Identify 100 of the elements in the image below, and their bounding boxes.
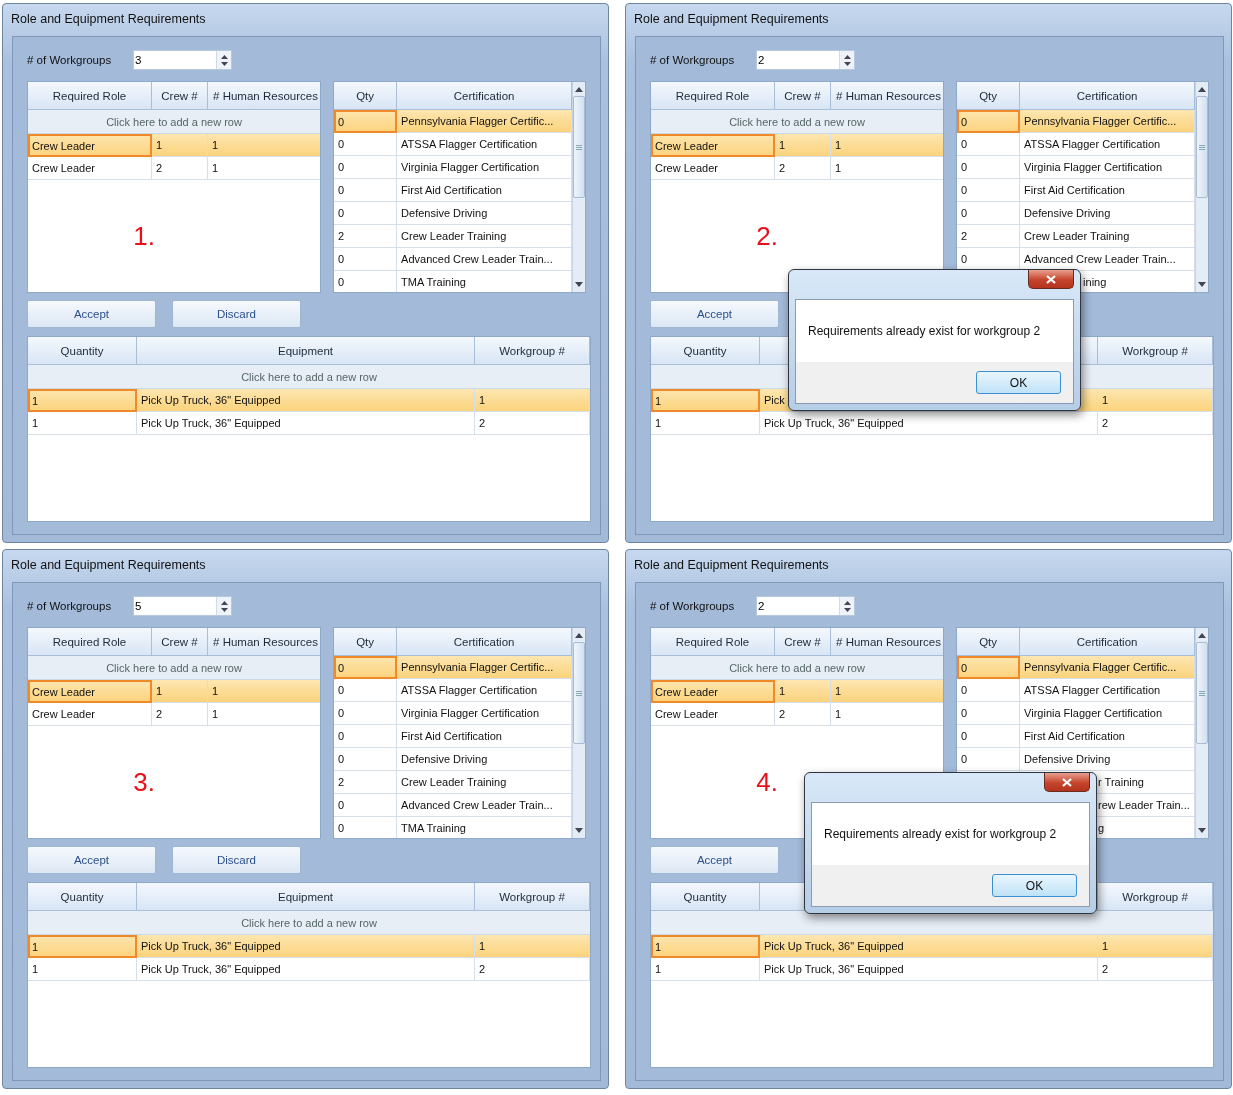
table-row[interactable]: 0 Defensive Driving bbox=[957, 202, 1196, 225]
spin-field[interactable]: 2 bbox=[756, 596, 855, 616]
column-header[interactable]: Crew # bbox=[775, 82, 831, 110]
table-row[interactable]: 0 Advanced Crew Leader Train... bbox=[334, 248, 573, 271]
table-row[interactable]: Crew Leader 2 1 bbox=[28, 703, 321, 726]
up-arrow-icon[interactable] bbox=[843, 600, 851, 605]
table-row[interactable]: 1 Pick Up Truck, 36" Equipped 1 bbox=[28, 935, 590, 958]
scroll-thumb[interactable] bbox=[573, 96, 585, 198]
table-row[interactable]: Crew Leader 1 1 bbox=[28, 134, 321, 157]
column-header[interactable]: Qty bbox=[334, 628, 398, 656]
add-row-hint[interactable]: Click here to add a new row bbox=[28, 911, 590, 935]
table-row[interactable]: Crew Leader 1 1 bbox=[28, 680, 321, 703]
column-header[interactable]: Required Role bbox=[651, 628, 775, 656]
scrollbar[interactable] bbox=[572, 82, 585, 292]
table-row[interactable]: 0 Virginia Flagger Certification bbox=[957, 156, 1196, 179]
table-row[interactable]: 0 Defensive Driving bbox=[334, 202, 573, 225]
add-row-hint[interactable]: Click here to add a new row bbox=[28, 365, 590, 389]
scroll-down-icon[interactable] bbox=[1198, 282, 1207, 287]
add-row-hint[interactable]: Click here to add a new row bbox=[28, 110, 321, 134]
table-row[interactable]: 0 Virginia Flagger Certification bbox=[957, 702, 1196, 725]
close-button[interactable] bbox=[1044, 773, 1090, 792]
add-row-hint[interactable]: Click here to add a new row bbox=[28, 656, 321, 680]
table-row[interactable]: Crew Leader 2 1 bbox=[651, 703, 944, 726]
column-header[interactable]: Qty bbox=[957, 82, 1021, 110]
column-header[interactable]: # Human Resources bbox=[831, 82, 944, 110]
action-button[interactable]: Discard bbox=[172, 300, 301, 328]
table-row[interactable]: Crew Leader 2 1 bbox=[28, 157, 321, 180]
table-row[interactable]: 0 Pennsylvania Flagger Certific... bbox=[957, 656, 1196, 679]
action-button[interactable]: Accept bbox=[650, 846, 779, 874]
table-row[interactable]: 1 Pick Up Truck, 36" Equipped 2 bbox=[28, 958, 590, 981]
scroll-down-icon[interactable] bbox=[575, 282, 584, 287]
column-header[interactable]: Quantity bbox=[28, 337, 137, 365]
table-row[interactable]: 1 Pick Up Truck, 36" Equipped 2 bbox=[28, 412, 590, 435]
scroll-up-icon[interactable] bbox=[1198, 87, 1207, 92]
table-row[interactable]: 0 First Aid Certification bbox=[334, 725, 573, 748]
column-header[interactable]: Qty bbox=[334, 82, 398, 110]
column-header[interactable]: Certification bbox=[397, 628, 573, 656]
up-arrow-icon[interactable] bbox=[220, 600, 228, 605]
column-header[interactable]: Workgroup # bbox=[1098, 337, 1213, 365]
spin-field[interactable]: 3 bbox=[133, 50, 232, 70]
column-header[interactable]: Workgroup # bbox=[1098, 883, 1213, 911]
down-arrow-icon[interactable] bbox=[843, 607, 851, 612]
table-row[interactable]: Crew Leader 1 1 bbox=[651, 680, 944, 703]
scroll-down-icon[interactable] bbox=[1198, 828, 1207, 833]
scroll-thumb[interactable] bbox=[1196, 96, 1208, 198]
scrollbar[interactable] bbox=[1195, 82, 1208, 292]
column-header[interactable]: Crew # bbox=[152, 628, 208, 656]
column-header[interactable]: Certification bbox=[397, 82, 573, 110]
column-header[interactable]: # Human Resources bbox=[208, 628, 321, 656]
table-row[interactable]: 0 Defensive Driving bbox=[957, 748, 1196, 771]
table-row[interactable]: 2 Crew Leader Training bbox=[334, 225, 573, 248]
down-arrow-icon[interactable] bbox=[220, 607, 228, 612]
table-row[interactable]: 0 Advanced Crew Leader Train... bbox=[334, 794, 573, 817]
scroll-thumb[interactable] bbox=[1196, 642, 1208, 744]
column-header[interactable]: Crew # bbox=[152, 82, 208, 110]
table-row[interactable]: 0 First Aid Certification bbox=[334, 179, 573, 202]
spin-field[interactable]: 2 bbox=[756, 50, 855, 70]
action-button[interactable]: Accept bbox=[27, 846, 156, 874]
column-header[interactable]: Equipment bbox=[137, 883, 475, 911]
scroll-up-icon[interactable] bbox=[575, 633, 584, 638]
column-header[interactable]: Required Role bbox=[651, 82, 775, 110]
action-button[interactable]: Accept bbox=[650, 300, 779, 328]
down-arrow-icon[interactable] bbox=[220, 61, 228, 66]
table-row[interactable]: 0 Defensive Driving bbox=[334, 748, 573, 771]
column-header[interactable]: Required Role bbox=[28, 82, 152, 110]
table-row[interactable]: Crew Leader 1 1 bbox=[651, 134, 944, 157]
scroll-up-icon[interactable] bbox=[575, 87, 584, 92]
up-arrow-icon[interactable] bbox=[220, 54, 228, 59]
table-row[interactable]: 0 ATSSA Flagger Certification bbox=[334, 679, 573, 702]
ok-button[interactable]: OK bbox=[976, 371, 1061, 394]
table-row[interactable]: 0 Pennsylvania Flagger Certific... bbox=[334, 656, 573, 679]
add-row-hint[interactable]: Click here to add a new row bbox=[651, 656, 944, 680]
down-arrow-icon[interactable] bbox=[843, 61, 851, 66]
table-row[interactable]: 0 First Aid Certification bbox=[957, 725, 1196, 748]
scroll-up-icon[interactable] bbox=[1198, 633, 1207, 638]
column-header[interactable]: Workgroup # bbox=[475, 883, 590, 911]
column-header[interactable]: Quantity bbox=[651, 337, 760, 365]
table-row[interactable]: 2 Crew Leader Training bbox=[957, 225, 1196, 248]
column-header[interactable]: Certification bbox=[1020, 82, 1196, 110]
table-row[interactable]: 0 Virginia Flagger Certification bbox=[334, 702, 573, 725]
column-header[interactable]: Qty bbox=[957, 628, 1021, 656]
table-row[interactable]: 1 Pick Up Truck, 36" Equipped 1 bbox=[28, 389, 590, 412]
table-row[interactable]: 0 Pennsylvania Flagger Certific... bbox=[334, 110, 573, 133]
action-button[interactable]: Accept bbox=[27, 300, 156, 328]
column-header[interactable]: Crew # bbox=[775, 628, 831, 656]
ok-button[interactable]: OK bbox=[992, 874, 1077, 897]
column-header[interactable]: Equipment bbox=[137, 337, 475, 365]
table-row[interactable]: 0 ATSSA Flagger Certification bbox=[957, 133, 1196, 156]
table-row[interactable]: 2 Crew Leader Training bbox=[334, 771, 573, 794]
column-header[interactable]: # Human Resources bbox=[208, 82, 321, 110]
table-row[interactable]: Crew Leader 2 1 bbox=[651, 157, 944, 180]
table-row[interactable]: 0 First Aid Certification bbox=[957, 179, 1196, 202]
table-row[interactable]: 1 Pick Up Truck, 36" Equipped 2 bbox=[651, 412, 1213, 435]
add-row-hint[interactable]: Click here to add a new row bbox=[651, 110, 944, 134]
up-arrow-icon[interactable] bbox=[843, 54, 851, 59]
scrollbar[interactable] bbox=[572, 628, 585, 838]
column-header[interactable]: Workgroup # bbox=[475, 337, 590, 365]
column-header[interactable]: Quantity bbox=[28, 883, 137, 911]
table-row[interactable]: 1 Pick Up Truck, 36" Equipped 1 bbox=[651, 935, 1213, 958]
table-row[interactable]: 0 Pennsylvania Flagger Certific... bbox=[957, 110, 1196, 133]
